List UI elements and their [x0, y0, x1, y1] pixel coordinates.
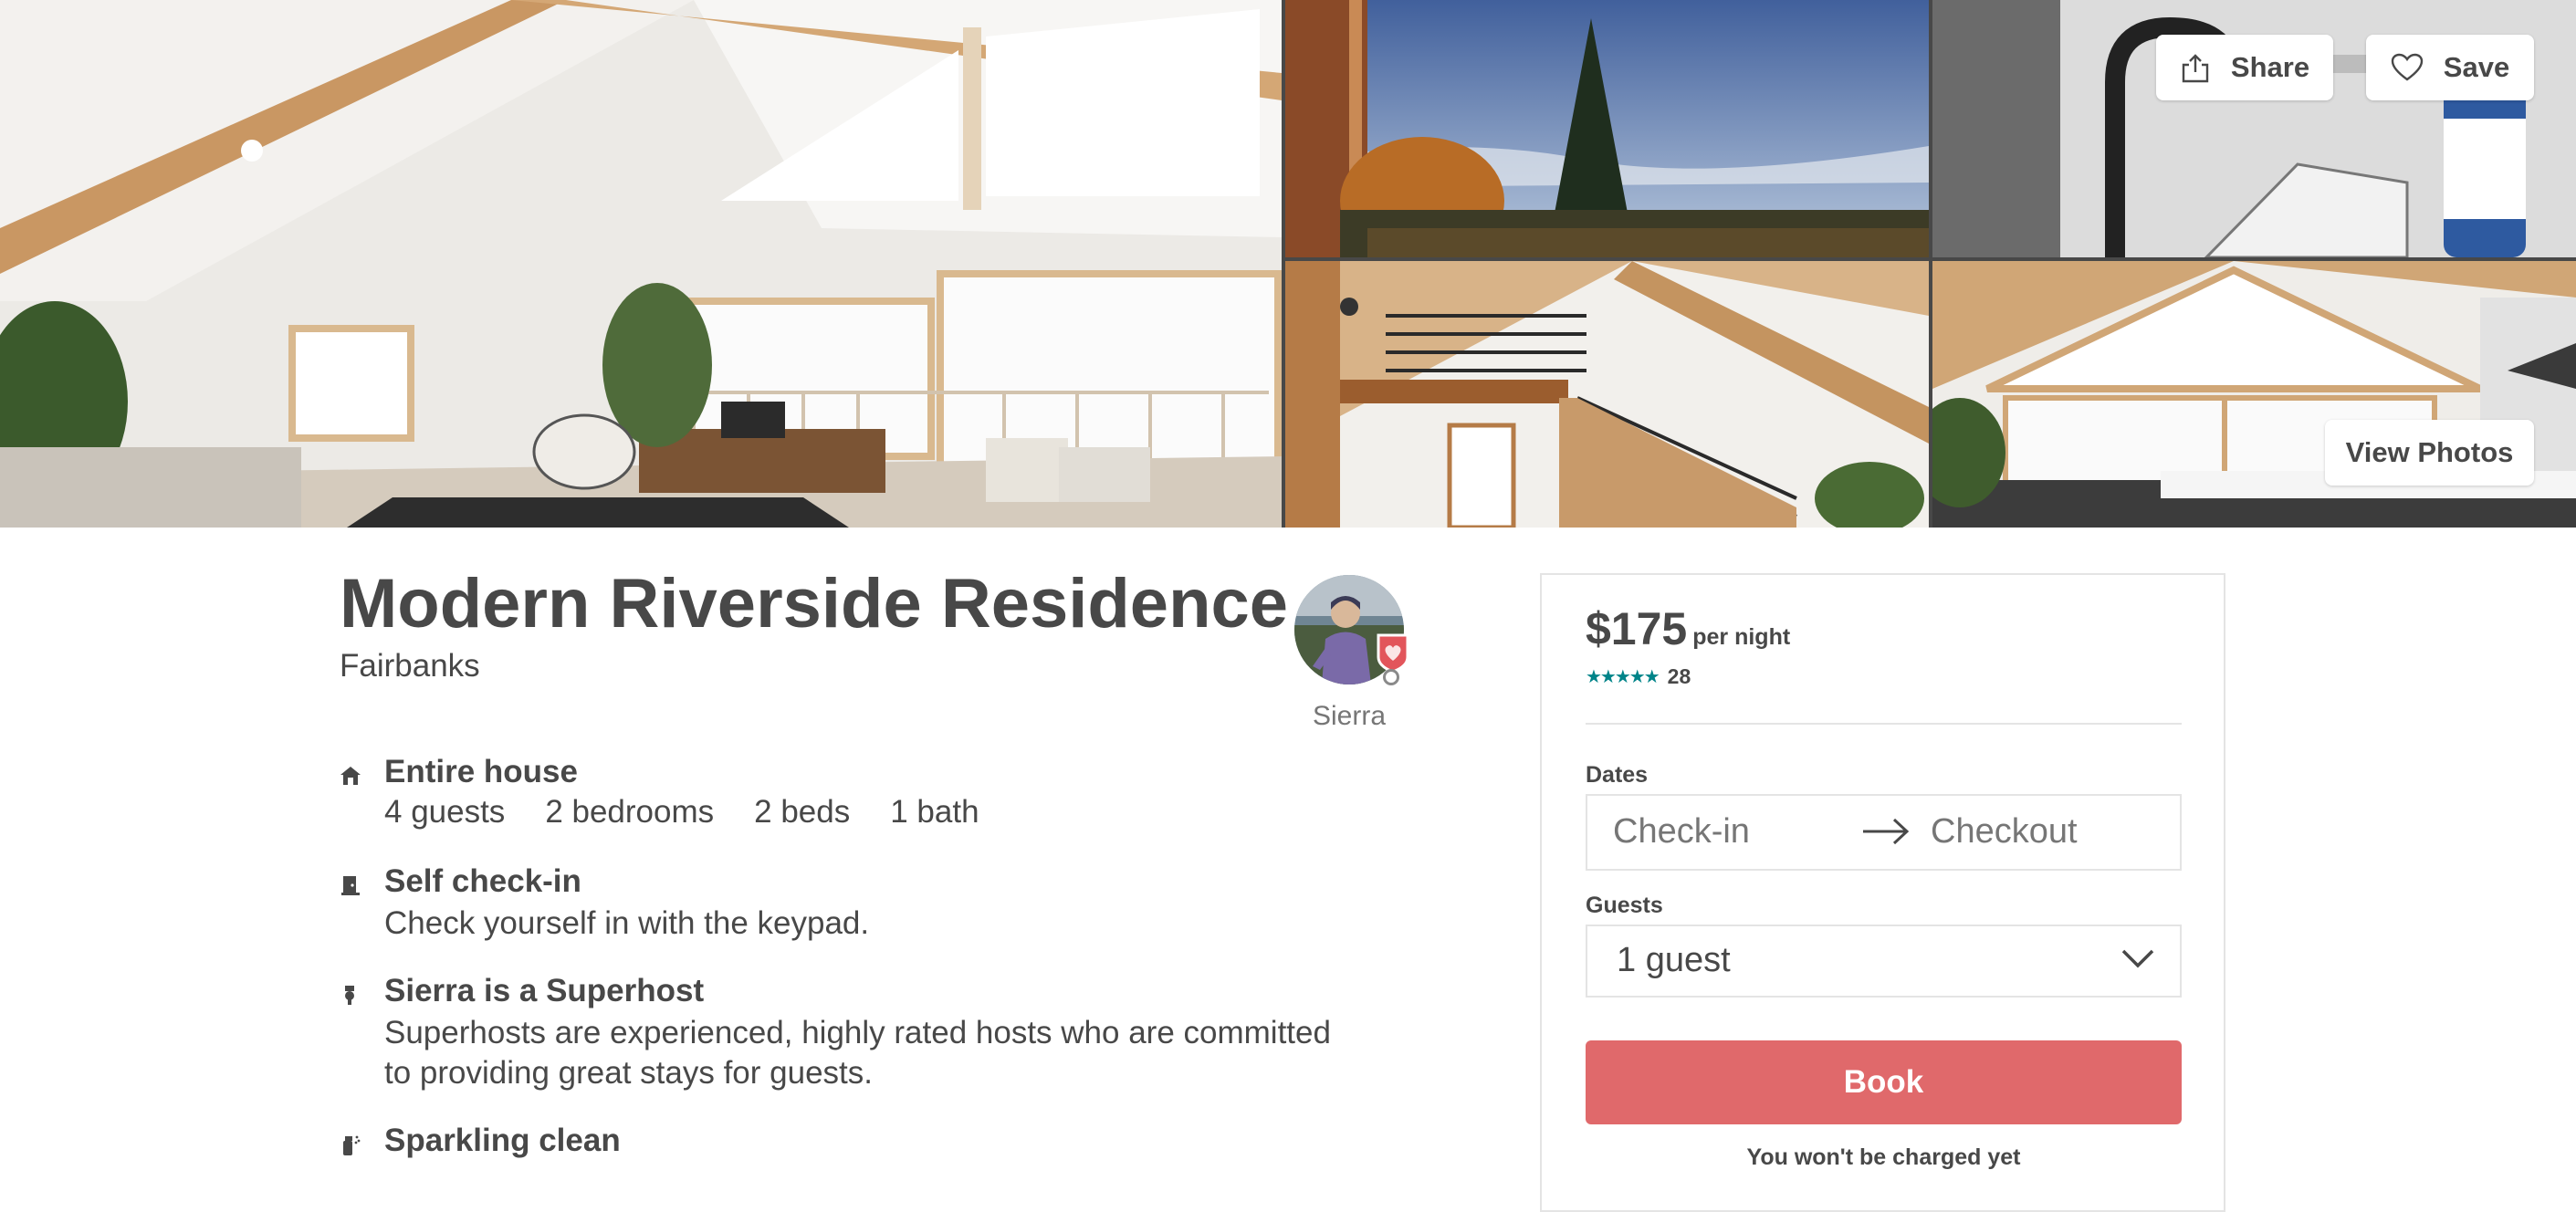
- nightly-price: $175: [1586, 603, 1688, 654]
- listing-title: Modern Riverside Residence: [340, 565, 1289, 643]
- star-rating-icon: ★★★★★: [1586, 667, 1660, 687]
- share-icon: [2180, 52, 2211, 83]
- listing-city: Fairbanks: [340, 648, 480, 684]
- photo-spruce-tree[interactable]: [1285, 0, 1929, 257]
- booking-card: $175 per night ★★★★★ 28 Dates Check-in Ch…: [1540, 573, 2225, 1212]
- feature-title: Sierra is a Superhost: [384, 973, 705, 1008]
- host-verified-dot: [1383, 669, 1399, 685]
- share-label: Share: [2230, 51, 2310, 83]
- feature-title: Self check-in: [384, 863, 581, 899]
- share-button[interactable]: Share: [2156, 35, 2333, 100]
- feature-description: Superhosts are experienced, highly rated…: [384, 1015, 1331, 1091]
- card-divider: [1586, 723, 2182, 725]
- house-icon: [340, 765, 361, 787]
- photo-staircase[interactable]: [1285, 261, 1929, 528]
- rating[interactable]: ★★★★★ 28: [1586, 664, 1691, 689]
- feature-title: Entire house: [384, 754, 578, 789]
- book-button[interactable]: Book: [1586, 1040, 2182, 1124]
- stat-beds: 2 beds: [754, 794, 851, 830]
- checkout-input[interactable]: Checkout: [1931, 812, 2078, 852]
- feature-description: Check yourself in with the keypad.: [384, 905, 870, 941]
- review-count: 28: [1667, 664, 1691, 688]
- save-label: Save: [2443, 51, 2510, 83]
- view-photos-button[interactable]: View Photos: [2325, 420, 2534, 486]
- feature-title: Sparkling clean: [384, 1123, 621, 1158]
- superhost-badge-icon: [1375, 632, 1411, 674]
- guests-select[interactable]: 1 guest: [1586, 925, 2182, 998]
- price-line: $175 per night: [1586, 602, 1790, 655]
- dates-field: Check-in Checkout: [1586, 794, 2182, 871]
- stat-baths: 1 bath: [890, 794, 979, 830]
- dates-label: Dates: [1586, 762, 1649, 788]
- chevron-down-icon: [2121, 948, 2154, 973]
- listing-stats: 4 guests 2 bedrooms 2 beds 1 bath: [384, 794, 1020, 831]
- stat-guests: 4 guests: [384, 794, 506, 830]
- arrow-right-icon: [1861, 816, 1911, 852]
- guests-label: Guests: [1586, 893, 1663, 918]
- checkin-input[interactable]: Check-in: [1613, 812, 1750, 852]
- photo-living-room[interactable]: [0, 0, 1282, 528]
- photo-gallery: Share Save View Photos: [0, 0, 2576, 528]
- host-name[interactable]: Sierra: [1294, 701, 1404, 732]
- not-charged-note: You won't be charged yet: [1746, 1144, 2021, 1170]
- heart-icon: [2391, 53, 2424, 82]
- view-photos-label: View Photos: [2345, 436, 2514, 468]
- door-icon: [340, 874, 361, 896]
- per-night-label: per night: [1692, 624, 1791, 650]
- spray-icon: [340, 1134, 361, 1155]
- medal-icon: [340, 984, 361, 1006]
- photo-kitchen[interactable]: [1932, 261, 2576, 528]
- guests-value: 1 guest: [1617, 941, 1731, 979]
- stat-bedrooms: 2 bedrooms: [545, 794, 715, 830]
- save-button[interactable]: Save: [2366, 35, 2534, 100]
